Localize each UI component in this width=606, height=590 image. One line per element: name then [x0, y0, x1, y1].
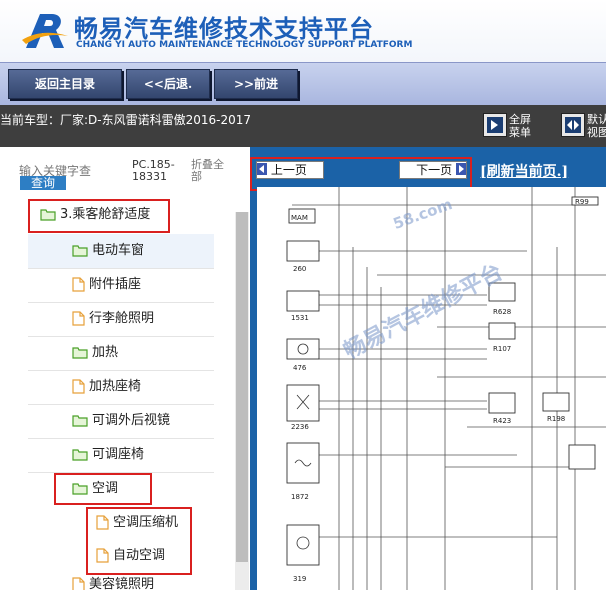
platform-subtitle: CHANG YI AUTO MAINTENANCE TECHNOLOGY SUP… [76, 40, 413, 50]
component-label: 1872 [291, 493, 309, 501]
highlight-box [250, 157, 472, 191]
current-vehicle: 当前车型：厂家:D-东风雷诺科雷傲2016-2017 [0, 111, 251, 128]
default-view-button[interactable] [561, 113, 585, 137]
file-icon [72, 311, 85, 326]
platform-title: 畅易汽车维修技术支持平台 [74, 15, 374, 43]
tree-item-trunk-light[interactable]: 行李舱照明 [72, 303, 154, 335]
forward-button[interactable]: >>前进 [214, 69, 298, 99]
component-label: R99 [575, 198, 589, 206]
folder-icon [72, 245, 88, 257]
divider [28, 336, 214, 337]
scrollbar-thumb[interactable] [236, 212, 248, 562]
current-vehicle-label: 当前车型： [0, 113, 61, 127]
folder-icon [72, 449, 88, 461]
fullscreen-icon [487, 117, 503, 133]
component-label: MAM [291, 214, 308, 222]
expand-view-icon [565, 117, 581, 133]
highlight-box [54, 473, 152, 505]
wiring-diagram-drawing: MAM R99 260 1531 R628 R107 476 2236 R423… [286, 187, 606, 590]
tree-item-heating[interactable]: 加热 [72, 337, 118, 369]
back-button[interactable]: <<后退. [126, 69, 210, 99]
file-icon [72, 577, 85, 590]
component-label: R628 [493, 308, 511, 316]
component-label: R198 [547, 415, 565, 423]
app-header: 畅易汽车维修技术支持平台 CHANG YI AUTO MAINTENANCE T… [0, 0, 606, 62]
pc-code: PC.185- 18331 [132, 158, 175, 183]
tree-item-adjustable-mirror[interactable]: 可调外后视镜 [72, 405, 170, 437]
folder-icon [72, 415, 88, 427]
component-label: 260 [293, 265, 306, 273]
highlight-box [28, 199, 170, 233]
component-label: R423 [493, 417, 511, 425]
tree-item-adjustable-seat[interactable]: 可调座椅 [72, 439, 144, 471]
nav-bar: 返回主目录 <<后退. >>前进 [0, 62, 606, 106]
sidebar: 输入关键字查 查询 PC.185- 18331 折叠全部 3.乘客舱舒适度 电动车… [0, 147, 250, 590]
component-label: R107 [493, 345, 511, 353]
current-vehicle-value: 厂家:D-东风雷诺科雷傲2016-2017 [60, 113, 252, 127]
default-view-label: 默认 视图 [587, 113, 606, 139]
component-label: 319 [293, 575, 306, 583]
fullscreen-menu-button[interactable] [483, 113, 507, 137]
component-label: 2236 [291, 423, 309, 431]
component-label: 1531 [291, 314, 309, 322]
fullscreen-menu-label: 全屏 菜单 [509, 113, 531, 139]
tree-item-heated-seat[interactable]: 加热座椅 [72, 371, 141, 403]
file-icon [72, 379, 85, 394]
component-label: 476 [293, 364, 307, 372]
query-button[interactable]: 查询 [20, 176, 66, 190]
highlight-box [86, 507, 192, 575]
page-toolbar: 上一页 下一页 [刷新当前页.] [250, 147, 606, 191]
vehicle-info-bar: 当前车型：厂家:D-东风雷诺科雷傲2016-2017 全屏 菜单 默认 视图 [0, 105, 606, 147]
tree-item-power-window[interactable]: 电动车窗 [72, 235, 144, 267]
collapse-all-link[interactable]: 折叠全部 [191, 159, 224, 183]
sidebar-scrollbar[interactable] [235, 212, 249, 590]
platform-logo-icon [22, 14, 68, 48]
home-button[interactable]: 返回主目录 [8, 69, 122, 99]
tree-item-accessory-socket[interactable]: 附件插座 [72, 269, 141, 301]
wiring-diagram[interactable]: MAM R99 260 1531 R628 R107 476 2236 R423… [257, 187, 606, 590]
diagram-viewer: 上一页 下一页 [刷新当前页.] MAM R99 260 1531 R628 R… [250, 147, 606, 590]
file-icon [72, 277, 85, 292]
refresh-page-link[interactable]: [刷新当前页.] [480, 161, 568, 181]
folder-icon [72, 347, 88, 359]
